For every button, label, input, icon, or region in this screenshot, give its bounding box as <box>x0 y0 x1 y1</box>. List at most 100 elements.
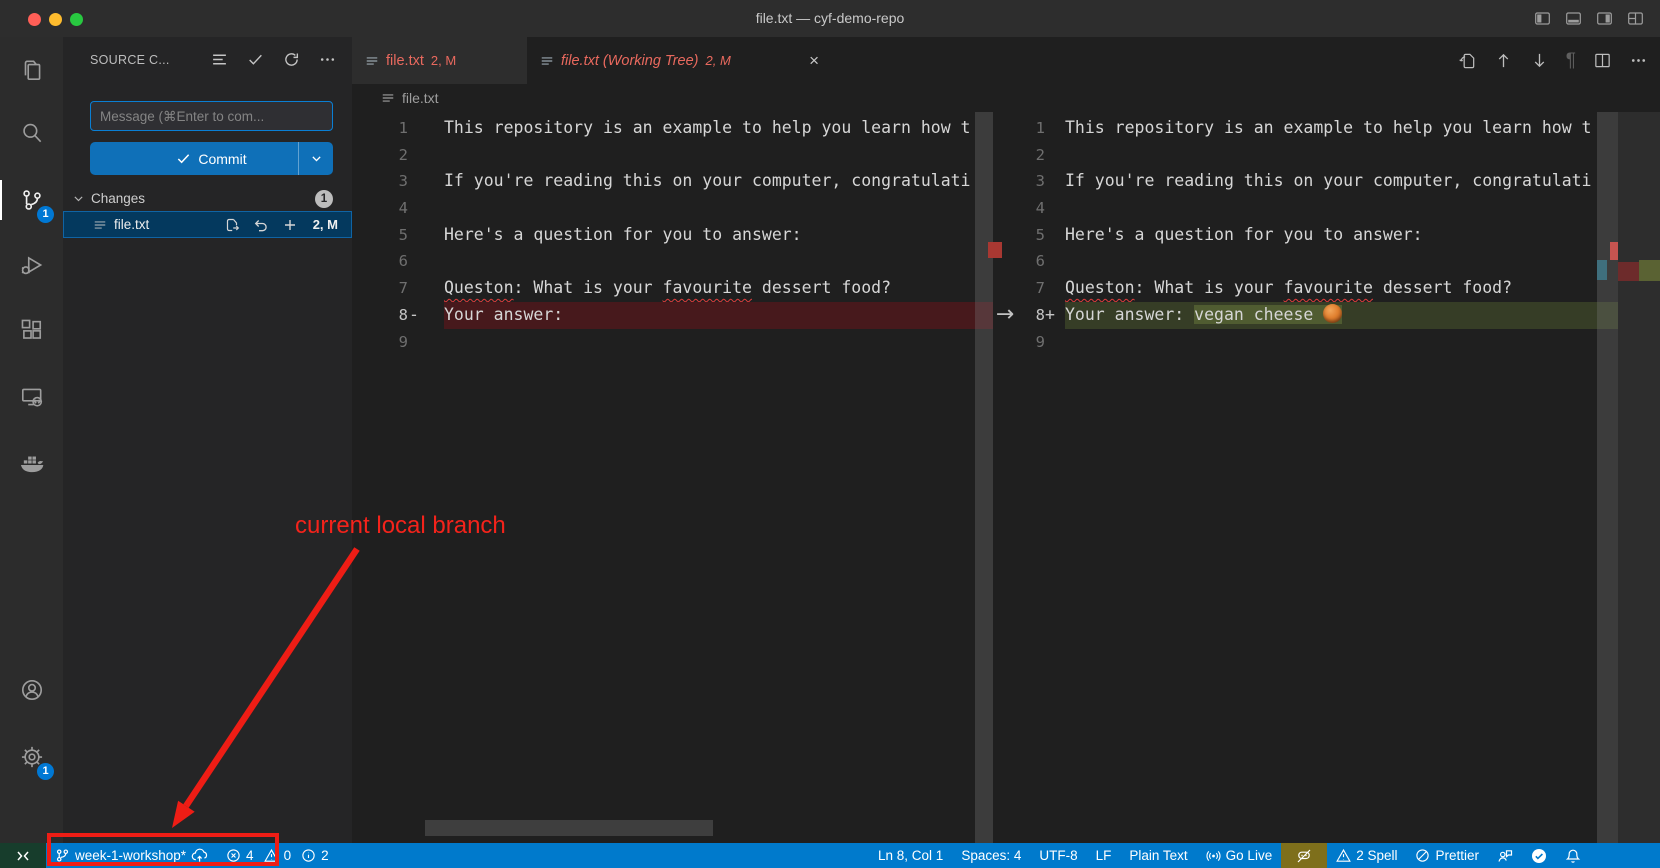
language-mode-indicator[interactable]: Plain Text <box>1120 843 1196 868</box>
diff-line-left-7[interactable]: 7Queston: What is your favourite dessert… <box>352 275 993 302</box>
code-text <box>1065 248 1660 275</box>
extension-status-button[interactable] <box>1522 843 1556 868</box>
go-live-button[interactable]: Go Live <box>1197 843 1282 868</box>
horizontal-scrollbar[interactable] <box>425 820 713 836</box>
sidebar-item-remote-explorer[interactable] <box>0 375 63 419</box>
toggle-panel-icon[interactable] <box>1565 10 1582 27</box>
file-text-icon <box>93 218 107 232</box>
diff-line-left-2[interactable]: 2 <box>352 142 993 169</box>
diff-editor: 1This repository is an example to help y… <box>352 112 1660 843</box>
eol-indicator[interactable]: LF <box>1087 843 1121 868</box>
tab-label: file.txt <box>386 53 424 69</box>
refresh-icon[interactable] <box>283 51 300 68</box>
diff-line-right-1[interactable]: 1This repository is an example to help y… <box>993 115 1660 142</box>
close-icon[interactable]: × <box>809 52 819 69</box>
encoding-indicator[interactable]: UTF-8 <box>1030 843 1086 868</box>
file-text-icon <box>540 54 554 68</box>
warning-icon <box>264 848 279 863</box>
discard-changes-icon[interactable] <box>253 217 269 233</box>
more-actions-icon[interactable] <box>1629 51 1648 70</box>
view-as-list-icon[interactable] <box>211 51 228 68</box>
code-text: Here's a question for you to answer: <box>1065 222 1660 249</box>
diff-pane-modified: 1This repository is an example to help y… <box>993 112 1660 843</box>
diff-line-right-3[interactable]: 3If you're reading this on your computer… <box>993 168 1660 195</box>
tab-label: file.txt (Working Tree) <box>561 53 699 69</box>
tab-file-txt[interactable]: file.txt 2, M <box>352 37 527 84</box>
sidebar-item-run-debug[interactable] <box>0 243 63 287</box>
changes-section-header[interactable]: Changes 1 <box>63 186 352 211</box>
toggle-secondary-sidebar-icon[interactable] <box>1596 10 1613 27</box>
changed-file-row[interactable]: file.txt 2, M <box>63 211 352 238</box>
diff-line-left-8[interactable]: 8-Your answer: <box>352 302 993 329</box>
toggle-primary-sidebar-icon[interactable] <box>1534 10 1551 27</box>
diff-line-left-6[interactable]: 6 <box>352 248 993 275</box>
commit-message-input[interactable] <box>90 101 333 131</box>
diff-line-right-8[interactable]: 8+Your answer: vegan cheese <box>993 302 1660 329</box>
diff-line-right-4[interactable]: 4 <box>993 195 1660 222</box>
diff-marker <box>408 248 444 275</box>
commit-label: Commit <box>198 151 246 167</box>
error-count: 4 <box>246 848 254 863</box>
diff-line-left-5[interactable]: 5Here's a question for you to answer: <box>352 222 993 249</box>
code-text <box>444 142 993 169</box>
settings-button[interactable]: 1 <box>0 735 63 779</box>
diff-line-right-7[interactable]: 7Queston: What is your favourite dessert… <box>993 275 1660 302</box>
notifications-button[interactable] <box>1556 843 1590 868</box>
code-text: Here's a question for you to answer: <box>444 222 993 249</box>
sidebar-item-extensions[interactable] <box>0 308 63 352</box>
commit-dropdown-button[interactable] <box>298 142 333 175</box>
feedback-button[interactable] <box>1488 843 1522 868</box>
more-actions-icon[interactable] <box>319 51 336 68</box>
open-file-icon[interactable] <box>224 217 240 233</box>
diff-overview-ruler[interactable] <box>1618 112 1660 843</box>
stage-changes-icon[interactable] <box>282 217 298 233</box>
diff-line-left-9[interactable]: 9 <box>352 329 993 356</box>
left-vertical-scrollbar[interactable] <box>975 112 993 843</box>
code-text <box>444 195 993 222</box>
tab-status: 2, M <box>706 53 731 68</box>
prettier-indicator[interactable]: Prettier <box>1406 843 1488 868</box>
revert-change-arrow-icon[interactable]: → <box>993 302 1017 329</box>
error-overview-mark <box>1610 242 1618 260</box>
open-file-action-icon[interactable] <box>1458 51 1477 70</box>
commit-button[interactable]: Commit <box>90 142 333 175</box>
settings-badge: 1 <box>37 763 54 780</box>
diff-line-right-2[interactable]: 2 <box>993 142 1660 169</box>
sidebar-item-explorer[interactable] <box>0 48 63 92</box>
branch-indicator[interactable]: week-1-workshop* <box>46 843 217 868</box>
spell-checker-indicator[interactable]: 2 Spell <box>1327 843 1406 868</box>
customize-layout-icon[interactable] <box>1627 10 1644 27</box>
commit-check-icon[interactable] <box>247 51 264 68</box>
sidebar-item-search[interactable] <box>0 111 63 155</box>
diff-marker <box>1045 222 1065 249</box>
warning-icon <box>1336 848 1351 863</box>
problems-indicator[interactable]: 4 0 2 <box>217 843 343 868</box>
copilot-off-icon <box>1296 848 1312 864</box>
copilot-disabled-button[interactable] <box>1281 843 1327 868</box>
diff-line-right-5[interactable]: 5Here's a question for you to answer: <box>993 222 1660 249</box>
tab-file-txt-working-tree[interactable]: file.txt (Working Tree) 2, M × <box>527 37 832 84</box>
diff-line-left-1[interactable]: 1This repository is an example to help y… <box>352 115 993 142</box>
toggle-whitespace-icon[interactable]: ¶ <box>1566 51 1576 70</box>
breadcrumb[interactable]: file.txt <box>352 84 1660 112</box>
next-change-icon[interactable] <box>1530 51 1549 70</box>
split-editor-icon[interactable] <box>1593 51 1612 70</box>
extensions-icon <box>19 317 45 343</box>
remote-window-button[interactable] <box>0 843 46 868</box>
cursor-position-indicator[interactable]: Ln 8, Col 1 <box>869 843 952 868</box>
sidebar-item-source-control[interactable]: 1 <box>0 178 63 222</box>
breadcrumb-item: file.txt <box>402 90 439 106</box>
diff-line-left-3[interactable]: 3If you're reading this on your computer… <box>352 168 993 195</box>
diff-marker <box>1045 195 1065 222</box>
accounts-button[interactable] <box>0 668 63 712</box>
line-number: 2 <box>993 142 1045 169</box>
diff-line-right-9[interactable]: 9 <box>993 329 1660 356</box>
code-text <box>1065 329 1660 356</box>
previous-change-icon[interactable] <box>1494 51 1513 70</box>
right-vertical-scrollbar[interactable] <box>1597 112 1618 843</box>
indentation-indicator[interactable]: Spaces: 4 <box>952 843 1030 868</box>
sidebar-item-docker[interactable] <box>0 440 63 484</box>
diff-line-left-4[interactable]: 4 <box>352 195 993 222</box>
code-text: This repository is an example to help yo… <box>1065 115 1660 142</box>
diff-line-right-6[interactable]: 6 <box>993 248 1660 275</box>
